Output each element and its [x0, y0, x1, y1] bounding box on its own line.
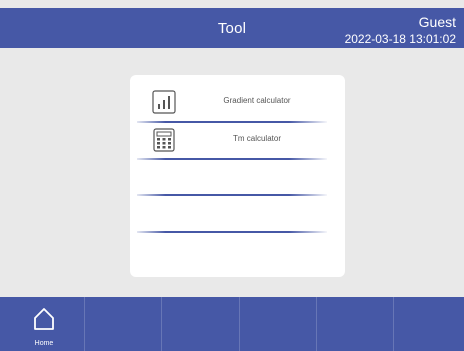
- nav-slot-empty: [240, 297, 317, 351]
- nav-slot-empty: [317, 297, 394, 351]
- user-name: Guest: [418, 14, 456, 30]
- divider: [137, 231, 327, 233]
- bottom-nav-bar: Home: [0, 297, 464, 351]
- gradient-calculator-label: Gradient calculator: [223, 96, 291, 105]
- title-bar: Tool Guest 2022-03-18 13:01:02: [0, 8, 464, 48]
- home-label: Home: [34, 340, 54, 347]
- nav-slot-empty: [162, 297, 240, 351]
- divider: [137, 194, 327, 196]
- bar-chart-icon: [152, 90, 176, 114]
- nav-slot-empty: [85, 297, 162, 351]
- calculator-icon: [152, 128, 176, 152]
- home-button[interactable]: Home: [22, 303, 66, 349]
- divider: [137, 158, 327, 160]
- divider: [137, 121, 327, 123]
- datetime: 2022-03-18 13:01:02: [344, 32, 456, 46]
- tool-list-card: Gradient calculator Tm calculator: [130, 75, 345, 277]
- tm-calculator-item[interactable]: Tm calculator: [138, 125, 326, 157]
- home-icon: [34, 308, 54, 330]
- tm-calculator-label: Tm calculator: [232, 134, 281, 143]
- gradient-calculator-item[interactable]: Gradient calculator: [138, 87, 326, 119]
